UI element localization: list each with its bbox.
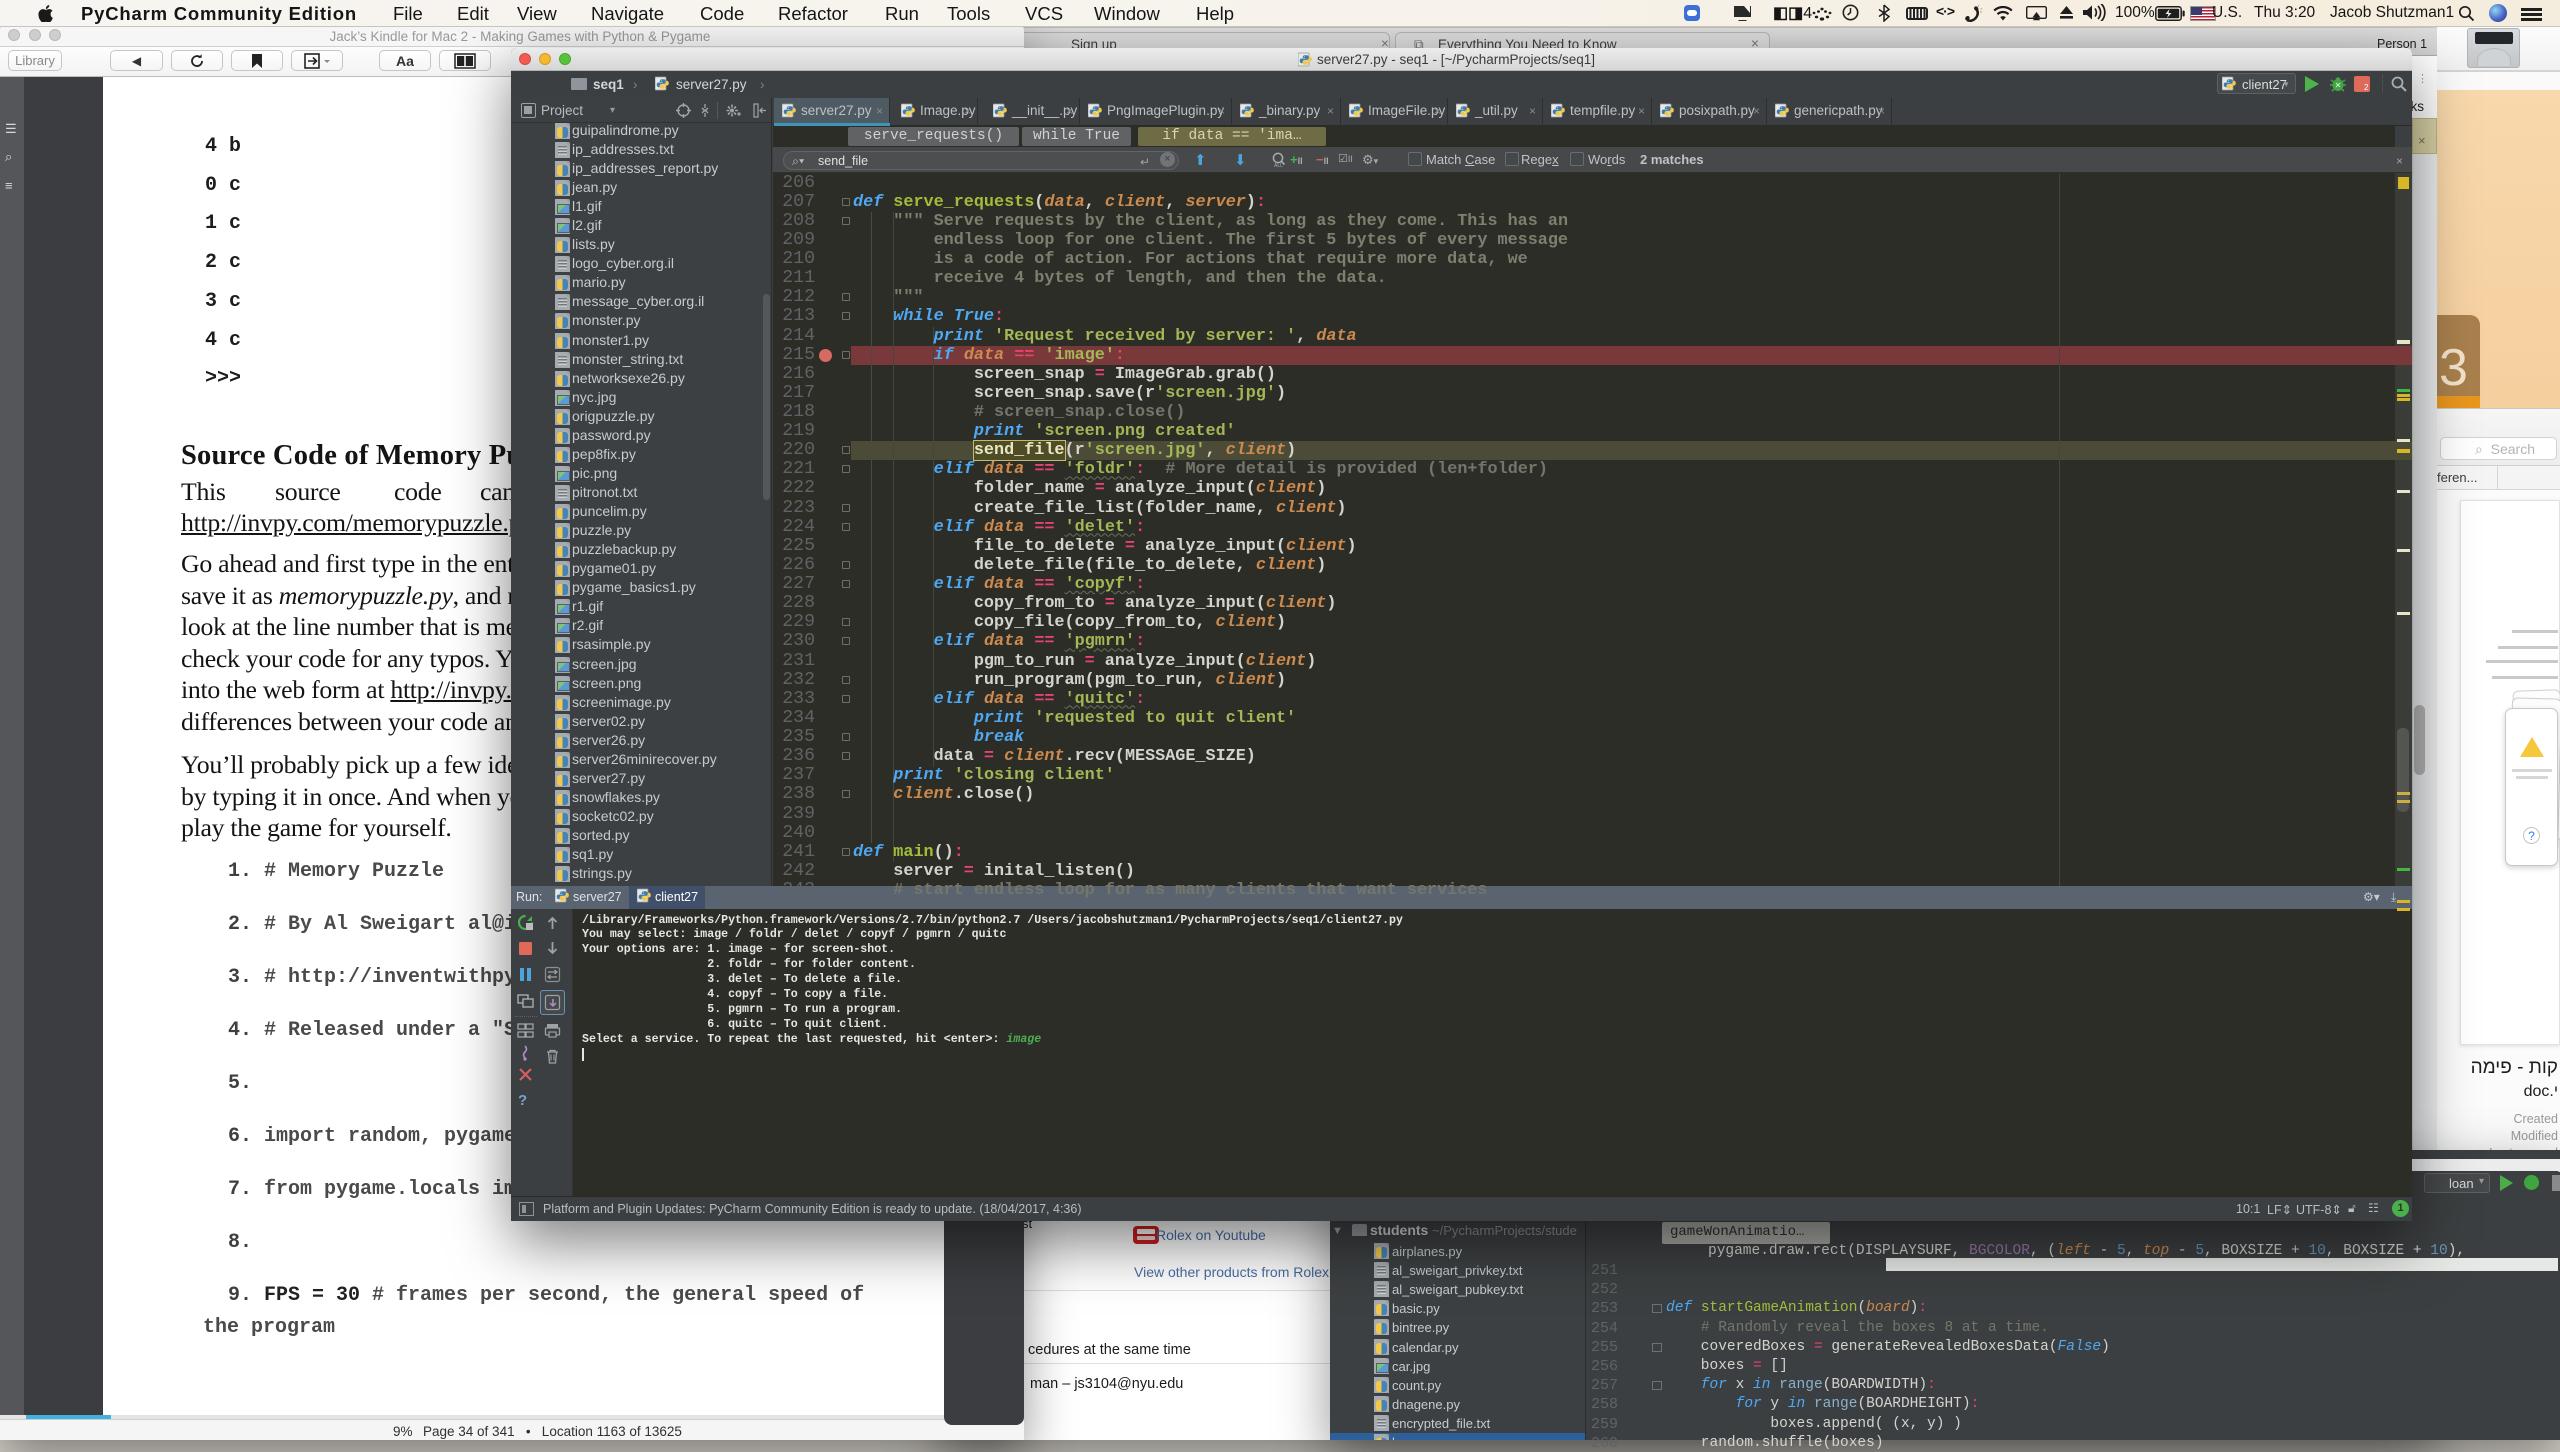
svg-text:ALL: ALL (1274, 163, 1283, 168)
